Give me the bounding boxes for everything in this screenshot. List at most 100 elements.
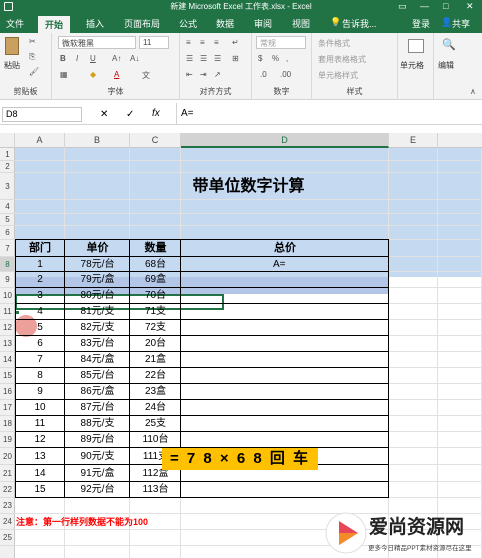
table-cell[interactable]: 92元/台 (65, 482, 130, 498)
table-cell[interactable]: 5 (15, 320, 65, 336)
table-cell[interactable]: 25支 (130, 416, 181, 432)
maximize-button[interactable]: □ (443, 1, 448, 11)
minimize-button[interactable]: — (420, 1, 429, 11)
row-header-20[interactable]: 20 (0, 448, 15, 465)
comma-button[interactable]: , (286, 54, 288, 63)
cancel-icon[interactable]: ✕ (100, 109, 108, 120)
bold-button[interactable]: B (60, 54, 66, 63)
table-cell[interactable]: 69盒 (130, 272, 181, 288)
align-bottom-icon[interactable]: ≡ (214, 38, 219, 47)
table-cell[interactable]: 8 (15, 368, 65, 384)
row-header-18[interactable]: 18 (0, 416, 15, 432)
row-header-23[interactable]: 23 (0, 498, 15, 514)
increase-decimal-button[interactable]: .0 (260, 70, 267, 79)
row-header-22[interactable]: 22 (0, 482, 15, 498)
row-header-24[interactable]: 24 (0, 514, 15, 530)
table-cell[interactable]: 88元/支 (65, 416, 130, 432)
table-cell[interactable]: 4 (15, 304, 65, 320)
row-header-6[interactable]: 6 (0, 226, 15, 240)
row-header-19[interactable]: 19 (0, 432, 15, 448)
row-header-10[interactable]: 10 (0, 288, 15, 304)
table-cell[interactable]: 90元/支 (65, 448, 130, 465)
number-format-select[interactable]: 常规 (256, 36, 306, 49)
close-button[interactable]: ✕ (466, 1, 474, 12)
table-cell[interactable]: 20台 (130, 336, 181, 352)
row-header-11[interactable]: 11 (0, 304, 15, 320)
row-header-21[interactable]: 21 (0, 465, 15, 482)
border-icon[interactable]: ▦ (60, 70, 68, 79)
column-header-e[interactable]: E (389, 133, 438, 148)
row-header-15[interactable]: 15 (0, 368, 15, 384)
tab-review[interactable]: 审阅 (254, 17, 272, 30)
align-left-icon[interactable]: ☰ (186, 54, 193, 63)
table-cell[interactable]: 2 (15, 272, 65, 288)
table-cell[interactable]: 87元/台 (65, 400, 130, 416)
enter-icon[interactable]: ✓ (126, 109, 134, 120)
row-header-16[interactable]: 16 (0, 384, 15, 400)
row-header-25[interactable]: 25 (0, 530, 15, 546)
table-cell[interactable]: 9 (15, 384, 65, 400)
share-icon[interactable]: 👤 (441, 17, 452, 28)
table-cell[interactable]: 89元/台 (65, 432, 130, 448)
table-cell[interactable]: 83元/台 (65, 336, 130, 352)
table-cell[interactable]: 85元/台 (65, 368, 130, 384)
paste-button[interactable]: 粘贴 (4, 60, 20, 71)
table-cell[interactable]: 71支 (130, 304, 181, 320)
select-all-corner[interactable] (0, 133, 15, 148)
row-header-4[interactable]: 4 (0, 200, 15, 214)
fill-color-icon[interactable]: ◆ (90, 70, 96, 79)
conditional-format-button[interactable]: 条件格式 (318, 38, 350, 49)
format-painter-icon[interactable]: 🖌 (29, 67, 39, 76)
decrease-font-icon[interactable]: A↓ (130, 54, 139, 63)
orientation-icon[interactable]: ↗ (214, 70, 221, 79)
underline-button[interactable]: U (90, 54, 96, 63)
restore-icon[interactable]: ▭ (398, 1, 407, 12)
active-cell-entry[interactable]: A= (273, 257, 303, 272)
align-middle-icon[interactable]: ≡ (200, 38, 205, 47)
table-cell[interactable]: 84元/盒 (65, 352, 130, 368)
font-color-button[interactable]: A (114, 70, 119, 79)
decrease-decimal-button[interactable]: .00 (280, 70, 291, 79)
merge-icon[interactable]: ⊞ (232, 54, 239, 63)
edit-button[interactable]: 编辑 (438, 60, 454, 71)
row-header-12[interactable]: 12 (0, 320, 15, 336)
table-cell[interactable]: 86元/盒 (65, 384, 130, 400)
table-cell[interactable]: 24台 (130, 400, 181, 416)
column-header-d[interactable]: D (181, 133, 389, 148)
align-right-icon[interactable]: ☰ (214, 54, 221, 63)
row-header-8[interactable]: 8 (0, 257, 15, 272)
table-cell[interactable]: 3 (15, 288, 65, 304)
row-header-3[interactable]: 3 (0, 173, 15, 200)
search-icon[interactable]: 🔍 (442, 38, 456, 51)
wrap-text-icon[interactable]: ↵ (232, 38, 239, 47)
percent-button[interactable]: % (272, 54, 279, 63)
login-link[interactable]: 登录 (412, 17, 430, 30)
cell-styles-button[interactable]: 单元格样式 (318, 70, 358, 81)
indent-increase-icon[interactable]: ⇥ (200, 70, 207, 79)
tab-home[interactable]: 开始 (38, 16, 71, 33)
format-as-table-button[interactable]: 套用表格格式 (318, 54, 366, 65)
table-cell[interactable]: 22台 (130, 368, 181, 384)
row-header-17[interactable]: 17 (0, 400, 15, 416)
table-cell[interactable]: 113台 (130, 482, 181, 498)
formula-input[interactable]: A= (176, 103, 482, 125)
table-cell[interactable]: 10 (15, 400, 65, 416)
currency-icon[interactable]: $ (258, 54, 262, 63)
row-header-1[interactable]: 1 (0, 148, 15, 161)
increase-font-icon[interactable]: A↑ (112, 54, 121, 63)
column-header-f[interactable] (438, 133, 482, 148)
collapse-ribbon-icon[interactable]: ∧ (470, 87, 476, 96)
table-cell[interactable]: 23盒 (130, 384, 181, 400)
table-cell[interactable]: 80元/台 (65, 288, 130, 304)
row-header-14[interactable]: 14 (0, 352, 15, 368)
table-cell[interactable]: 11 (15, 416, 65, 432)
share-button[interactable]: 共享 (452, 17, 470, 30)
fx-button[interactable]: fx (152, 108, 160, 119)
worksheet-grid[interactable]: 带单位数字计算 部门 单价 数量 总价 1 78元/台 68台 2 79元/盒 69盒 3 80元/台 7… (15, 148, 482, 558)
tab-insert[interactable]: 插入 (86, 17, 104, 30)
name-box[interactable]: D8 (2, 107, 82, 122)
cut-icon[interactable]: ✂ (29, 37, 36, 46)
row-header-9[interactable]: 9 (0, 272, 15, 288)
row-header-7[interactable]: 7 (0, 240, 15, 257)
row-header-2[interactable]: 2 (0, 161, 15, 173)
